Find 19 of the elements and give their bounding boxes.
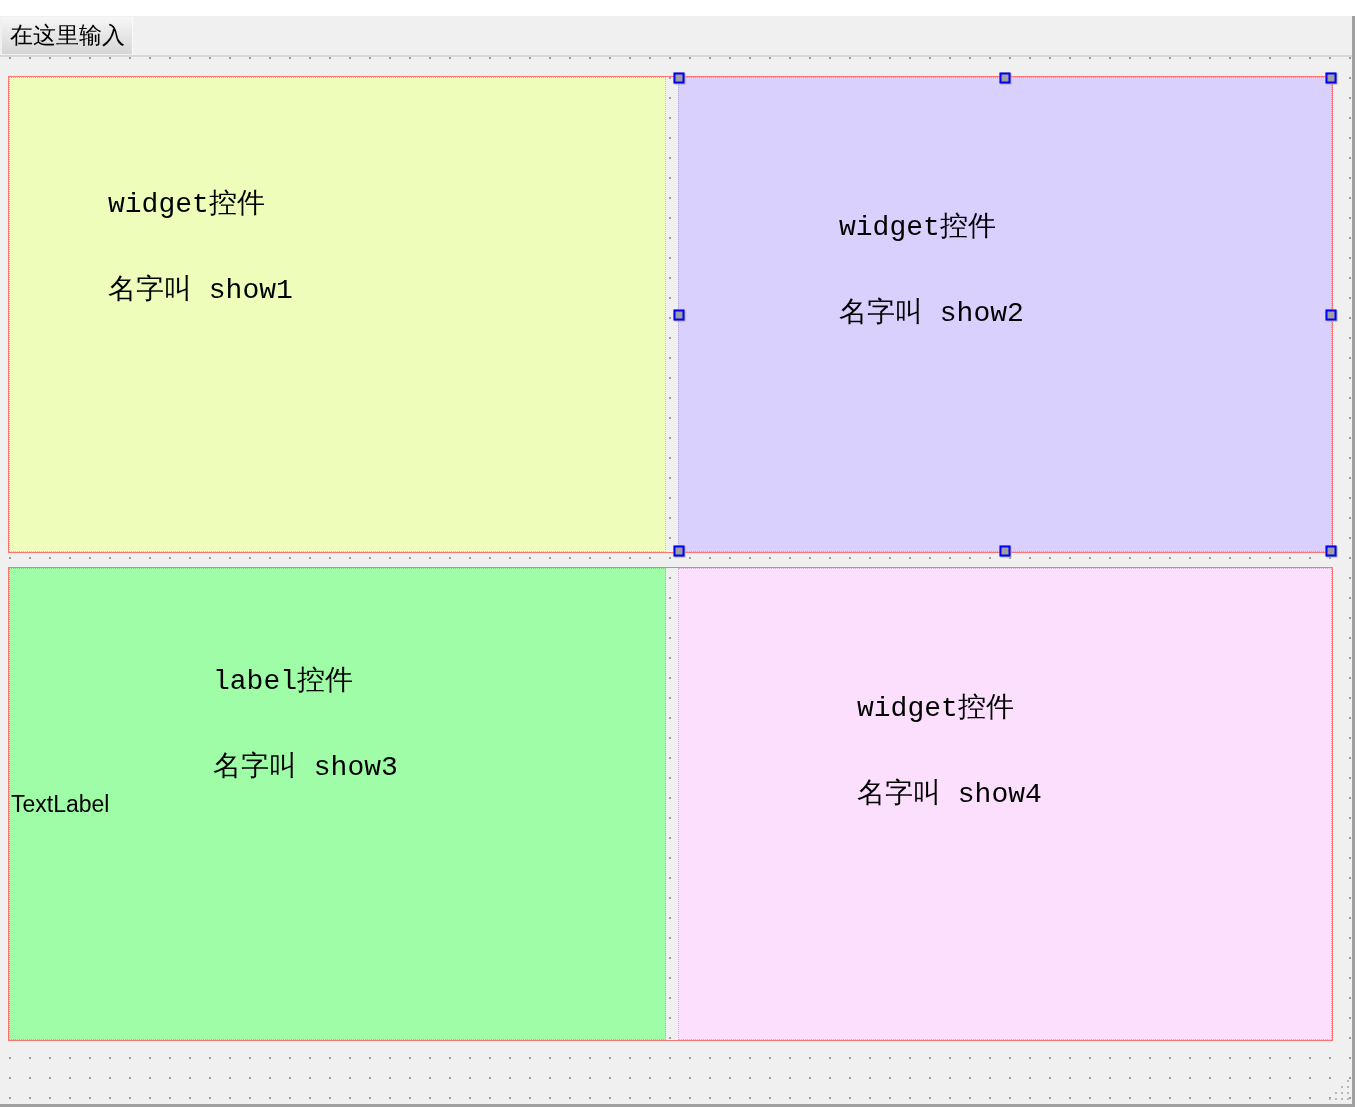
caption-text: widget控件 — [857, 692, 1014, 726]
caption-text: widget控件 — [839, 211, 996, 245]
caption-text: widget控件 — [108, 188, 265, 222]
caption-text: 名字叫 show1 — [108, 274, 293, 308]
caption-text: label控件 — [213, 665, 353, 699]
caption-text: 名字叫 show3 — [213, 751, 398, 785]
menu-item[interactable]: 在这里输入 — [2, 17, 133, 54]
resize-handle[interactable] — [1325, 545, 1337, 557]
text-label: TextLabel — [11, 790, 110, 818]
resize-grip-icon[interactable] — [1329, 1080, 1349, 1100]
resize-handle[interactable] — [1325, 72, 1337, 84]
resize-handle[interactable] — [673, 309, 685, 320]
resize-handle[interactable] — [999, 72, 1011, 84]
resize-handle[interactable] — [673, 545, 685, 557]
caption-text: 名字叫 show2 — [839, 297, 1024, 331]
resize-handle[interactable] — [999, 545, 1011, 557]
caption-text: 名字叫 show4 — [857, 778, 1042, 812]
resize-handle[interactable] — [1325, 309, 1337, 320]
resize-handle[interactable] — [673, 72, 685, 84]
